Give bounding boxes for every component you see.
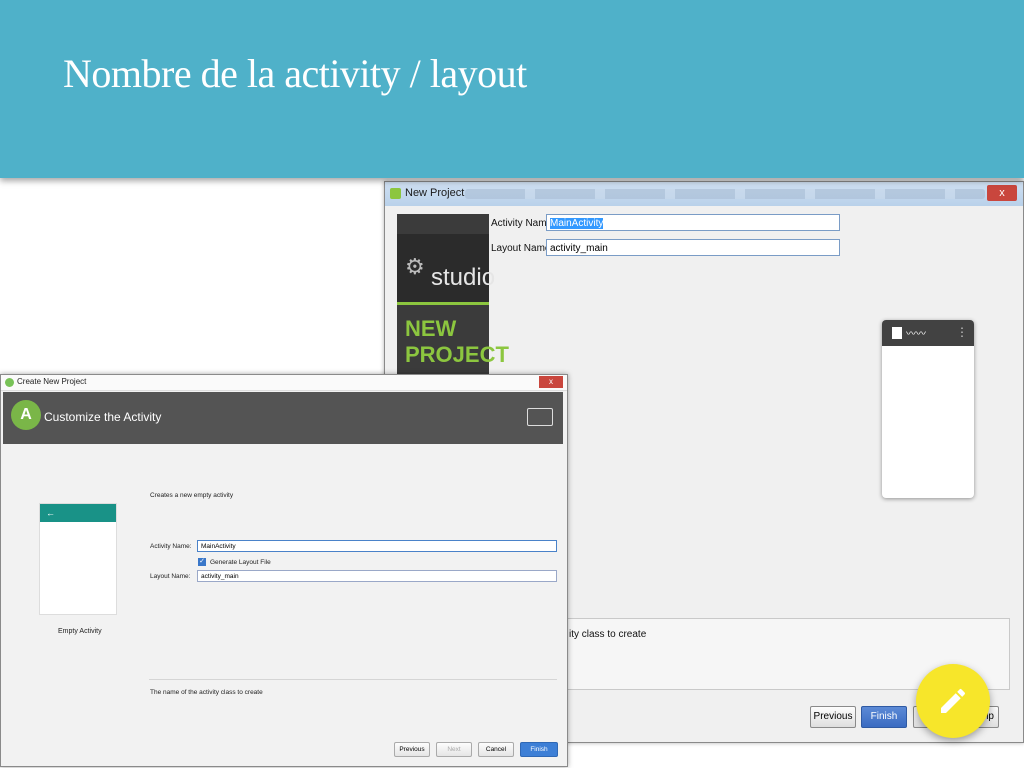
- activity-name-label: Activity Name: [491, 218, 553, 229]
- window-titlebar: Create New Project x: [1, 375, 567, 391]
- studio-logo: ⚙ studio: [397, 234, 495, 304]
- finish-button[interactable]: Finish: [861, 706, 907, 728]
- activity-preview: ←: [39, 503, 117, 615]
- layout-name-field[interactable]: activity_main: [197, 570, 557, 582]
- android-studio-icon: [5, 378, 14, 387]
- phone-preview: 〰〰 ⋮: [882, 320, 974, 498]
- activity-name-label: Activity Name:: [150, 543, 192, 550]
- brand-divider: [397, 302, 489, 305]
- generate-layout-label: Generate Layout File: [210, 559, 271, 566]
- studio-text: studio: [431, 264, 496, 291]
- previous-button[interactable]: Previous: [810, 706, 856, 728]
- new-project-label: NEW PROJECT: [405, 316, 509, 368]
- close-button[interactable]: x: [987, 185, 1017, 201]
- previous-button[interactable]: Previous: [394, 742, 430, 757]
- new-project-line-2: PROJECT: [405, 342, 509, 367]
- title-banner: Nombre de la activity / layout: [0, 0, 1024, 178]
- android-studio-logo-icon: A: [11, 400, 41, 430]
- android-icon: [390, 188, 401, 199]
- new-project-line-1: NEW: [405, 316, 457, 341]
- pencil-icon: [941, 688, 966, 713]
- activity-name-field[interactable]: MainActivity: [546, 214, 840, 231]
- back-arrow-icon: ←: [40, 504, 116, 522]
- intro-text: Creates a new empty activity: [150, 492, 234, 499]
- create-new-project-window: Create New Project x A Customize the Act…: [0, 374, 568, 767]
- overflow-menu-icon: ⋮: [956, 325, 968, 339]
- app-icon: [892, 327, 902, 339]
- edit-fab-button[interactable]: [916, 664, 990, 738]
- close-button[interactable]: x: [539, 376, 563, 388]
- description-text: ity class to create: [569, 629, 647, 640]
- description-text: The name of the activity class to create: [150, 689, 263, 696]
- layout-name-label: Layout Name:: [150, 573, 191, 580]
- activity-name-value: MainActivity: [550, 218, 604, 229]
- next-button[interactable]: Next: [436, 742, 472, 757]
- generate-layout-checkbox[interactable]: ✓: [198, 558, 206, 566]
- layout-name-field[interactable]: activity_main: [546, 239, 840, 256]
- window-titlebar: New Project x: [385, 182, 1023, 206]
- wizard-title: Customize the Activity: [44, 410, 162, 424]
- activity-name-field[interactable]: MainActivity: [197, 540, 557, 552]
- finish-button[interactable]: Finish: [520, 742, 558, 757]
- squiggle-icon: 〰〰: [906, 329, 926, 340]
- wizard-header: A Customize the Activity: [3, 392, 563, 444]
- window-title: Create New Project: [17, 377, 87, 386]
- window-title: New Project: [405, 187, 465, 199]
- divider: [149, 679, 557, 680]
- phone-action-bar: 〰〰 ⋮: [882, 320, 974, 346]
- layout-name-label: Layout Name: [491, 243, 551, 254]
- android-robot-icon: ⚙: [405, 254, 425, 279]
- preview-caption: Empty Activity: [58, 628, 102, 635]
- blurred-taskbar: [465, 189, 985, 199]
- device-icon: [527, 408, 553, 426]
- slide-title: Nombre de la activity / layout: [63, 51, 527, 96]
- cancel-button[interactable]: Cancel: [478, 742, 514, 757]
